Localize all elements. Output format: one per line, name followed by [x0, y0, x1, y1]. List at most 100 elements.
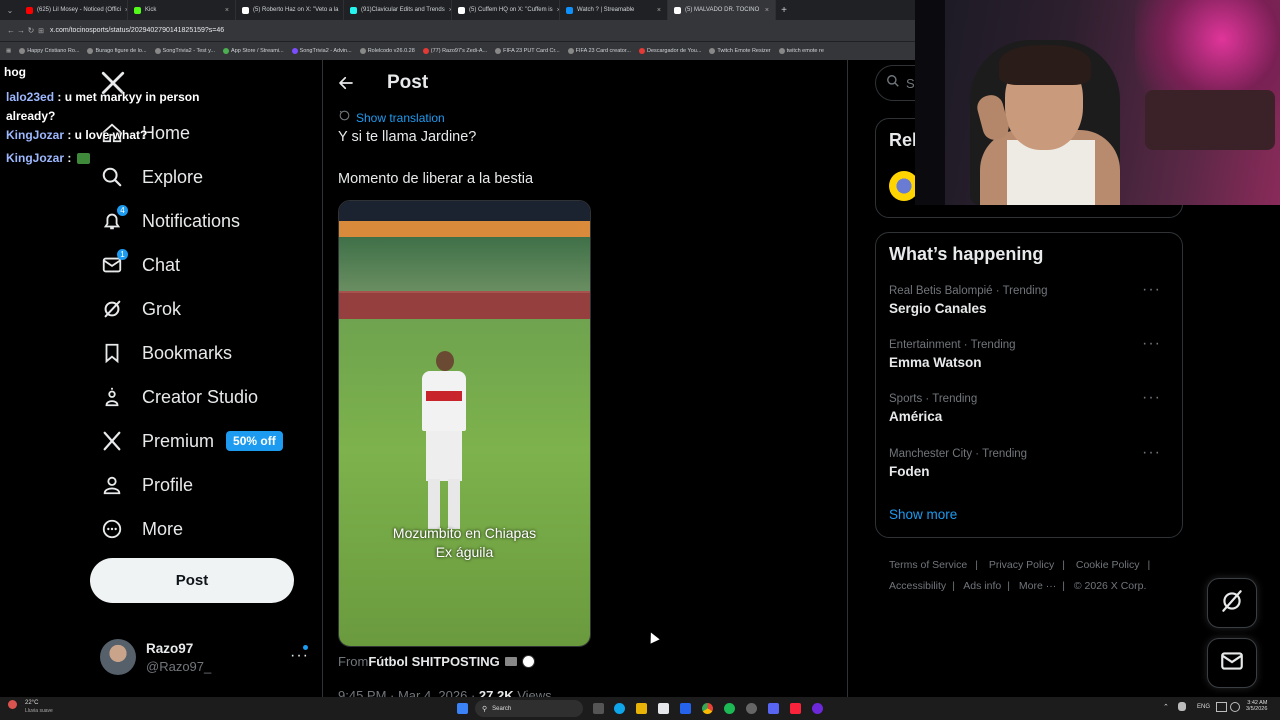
reload-icon[interactable]: ↻: [26, 26, 36, 35]
footer-link[interactable]: More ···: [1019, 580, 1056, 592]
volume-icon[interactable]: [1230, 702, 1240, 712]
browser-tab[interactable]: (5) Roberto Haz on X: "Veto a la×: [236, 0, 344, 20]
account-name: Razo97: [146, 641, 194, 656]
bookmark-item[interactable]: Rolelcodo v26.0.28: [359, 48, 415, 54]
mail-icon: 1: [100, 249, 128, 277]
windows-start-icon[interactable]: [457, 703, 468, 714]
post-video[interactable]: Mozumbito en Chiapas Ex águila: [338, 200, 591, 647]
footer-link[interactable]: Privacy Policy: [989, 559, 1054, 571]
grok-icon: [100, 297, 124, 321]
chrome-icon[interactable]: [702, 703, 713, 714]
notification-badge: 4: [117, 205, 128, 216]
bookmark-item[interactable]: Happy Cristiano Ro...: [19, 48, 79, 54]
grok-floating-button[interactable]: [1207, 578, 1257, 628]
music-icon[interactable]: [790, 703, 801, 714]
browser-tab[interactable]: (91)Clavicular Edits and Trends×: [344, 0, 452, 20]
show-translation-link[interactable]: Show translation: [338, 109, 445, 127]
discord-icon[interactable]: [768, 703, 779, 714]
bookmark-item[interactable]: Twitch Emote Resizer: [709, 48, 771, 54]
bookmark-item[interactable]: twitch emote re: [778, 48, 824, 54]
obs-icon[interactable]: [746, 703, 757, 714]
back-arrow-icon[interactable]: [337, 74, 357, 94]
x-icon: [674, 6, 681, 14]
taskbar-search[interactable]: ⚲ Search: [475, 700, 583, 717]
post-source: From Fútbol SHITPOSTING: [338, 654, 535, 669]
bookmark-item[interactable]: (77) Razo97's Zedi-A...: [422, 48, 487, 54]
browser-tab[interactable]: Watch ? | Streamable ×: [560, 0, 668, 20]
footer-link[interactable]: Ads info: [963, 580, 1001, 592]
forward-icon[interactable]: →: [16, 26, 26, 35]
bookmark-item[interactable]: SongTrivia2 - Advin...: [291, 48, 352, 54]
more-dots-icon[interactable]: ···: [1142, 444, 1161, 462]
page-title: Post: [387, 72, 429, 93]
footer-link[interactable]: Cookie Policy: [1076, 559, 1140, 571]
bookmark-item[interactable]: Descargador de You...: [638, 48, 701, 54]
sidebar-item-label: Creator Studio: [142, 386, 259, 407]
trend-item[interactable]: Sports · Trending América ···: [889, 389, 1169, 424]
account-switcher[interactable]: Razo97 @Razo97_ ···: [100, 639, 315, 677]
file-explorer-icon[interactable]: [636, 703, 647, 714]
spotify-icon[interactable]: [724, 703, 735, 714]
browser-tab[interactable]: (625) Lil Mosey - Noticed (Offici×: [20, 0, 128, 20]
edge-icon[interactable]: [614, 703, 625, 714]
more-dots-icon[interactable]: ···: [1142, 281, 1161, 299]
close-icon[interactable]: ×: [657, 7, 661, 14]
creator-icon: [100, 385, 124, 409]
messages-floating-button[interactable]: [1207, 638, 1257, 688]
sidebar-item-chat[interactable]: 1 Chat: [100, 247, 180, 283]
bookmark-item[interactable]: SongTrivia2 - Test y...: [154, 48, 215, 54]
search-icon: [100, 165, 124, 189]
tray-chevron-icon[interactable]: ⌃: [1163, 703, 1169, 711]
sidebar-item-premium[interactable]: Premium 50% off: [100, 423, 283, 459]
emote-icon: [76, 153, 90, 165]
sidebar-item-explore[interactable]: Explore: [100, 159, 203, 195]
sidebar-item-label: Chat: [142, 254, 181, 275]
windows-taskbar: 22°C Lluvia suave ⚲ Search ⌃ ENG 3:42 AM…: [0, 697, 1280, 720]
url-field[interactable]: x.com/tocinosports/status/20294027901418…: [50, 27, 224, 34]
trend-item[interactable]: Manchester City · Trending Foden ···: [889, 444, 1169, 479]
bookmark-item[interactable]: FIFA 23 Card creator...: [567, 48, 631, 54]
back-icon[interactable]: ←: [6, 26, 16, 35]
task-view-icon[interactable]: [593, 703, 604, 714]
network-icon[interactable]: [1216, 702, 1227, 712]
chat-message: hog: [4, 65, 26, 79]
bookmarks-bar: ▦ Happy Cristiano Ro... Burago figure de…: [0, 41, 915, 60]
site-info-icon[interactable]: ⊞: [36, 27, 46, 35]
new-tab-button[interactable]: +: [776, 5, 792, 16]
source-link[interactable]: Fútbol SHITPOSTING: [368, 654, 499, 669]
clock[interactable]: 3:42 AM 3/5/2026: [1246, 700, 1267, 712]
more-dots-icon[interactable]: ···: [1142, 389, 1161, 407]
store-icon[interactable]: [658, 703, 669, 714]
sidebar-item-grok[interactable]: Grok: [100, 291, 181, 327]
trend-item[interactable]: Real Betis Balompié · Trending Sergio Ca…: [889, 281, 1169, 316]
browser-tab-active[interactable]: (5) MALVADO DR. TOCINO ×: [668, 0, 776, 20]
bookmark-item[interactable]: App Store / Streami...: [223, 48, 284, 54]
sidebar-item-creator-studio[interactable]: Creator Studio: [100, 379, 258, 415]
bookmark-favicon-icon: [87, 48, 94, 54]
footer-link[interactable]: Accessibility: [889, 580, 946, 592]
browser-tab[interactable]: Kick ×: [128, 0, 236, 20]
sidebar-item-profile[interactable]: Profile: [100, 467, 193, 503]
post-button[interactable]: Post: [90, 558, 294, 603]
mail-app-icon[interactable]: [680, 703, 691, 714]
sidebar-item-notifications[interactable]: 4 Notifications: [100, 203, 240, 239]
browser-tab[interactable]: (5) Cuffem HQ on X: "Cuffem is×: [452, 0, 560, 20]
sidebar-item-more[interactable]: More: [100, 511, 183, 547]
bookmark-item[interactable]: Burago figure de lo...: [87, 48, 147, 54]
app-icon[interactable]: [812, 703, 823, 714]
footer-link[interactable]: Terms of Service: [889, 559, 967, 571]
weather-temp[interactable]: 22°C: [25, 700, 38, 706]
bookmark-item[interactable]: FIFA 23 PUT Card Cr...: [495, 48, 560, 54]
microphone-icon[interactable]: [1178, 702, 1186, 711]
apps-icon[interactable]: ▦: [6, 48, 11, 54]
tab-search-icon[interactable]: ⌄: [0, 6, 20, 15]
trend-item[interactable]: Entertainment · Trending Emma Watson ···: [889, 335, 1169, 370]
bookmark-favicon-icon: [778, 48, 785, 54]
tab-title: (5) Cuffem HQ on X: "Cuffem is: [469, 7, 553, 13]
sidebar-item-bookmarks[interactable]: Bookmarks: [100, 335, 232, 371]
show-more-link[interactable]: Show more: [889, 507, 957, 522]
language-indicator[interactable]: ENG: [1197, 704, 1210, 710]
close-icon[interactable]: ×: [225, 7, 229, 14]
close-icon[interactable]: ×: [765, 7, 769, 14]
more-dots-icon[interactable]: ···: [1142, 335, 1161, 353]
